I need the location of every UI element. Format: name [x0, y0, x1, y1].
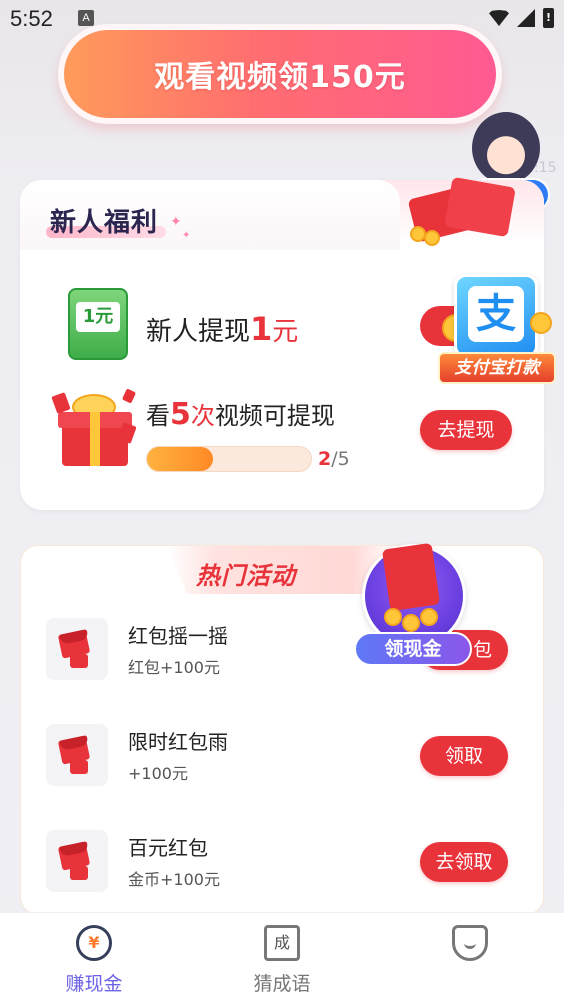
video-progress-bar	[146, 446, 312, 472]
system-icons: !	[489, 8, 554, 28]
hot-activities-title: 热门活动	[196, 562, 296, 590]
customer-service-badge-text: :15	[534, 160, 557, 176]
red-packet-icon	[46, 724, 108, 786]
activity-button[interactable]: 去领取	[420, 842, 508, 882]
idiom-book-icon: 成	[264, 925, 300, 961]
video-suffix: 视频可提现	[214, 402, 335, 430]
activity-subtitle: 金币+100元	[128, 870, 220, 889]
welfare-title: 新人福利	[50, 208, 159, 238]
video-unit: 次	[190, 402, 215, 430]
video-prefix: 看	[146, 402, 170, 430]
watch-videos-to-withdraw-label: 看5次视频可提现	[146, 396, 335, 432]
bottom-navigation: ¥ 赚现金 成 猜成语	[0, 912, 564, 1004]
tab-label: 猜成语	[253, 973, 311, 995]
activity-subtitle: +100元	[128, 764, 188, 783]
gift-box-icon	[51, 384, 144, 474]
withdraw-prefix: 新人提现	[146, 317, 251, 347]
watch-video-banner[interactable]: 观看视频领150元	[58, 24, 502, 124]
status-time: 5:52	[10, 6, 53, 31]
video-progress-total: /5	[331, 448, 350, 470]
yuan-coin-icon: ¥	[76, 925, 112, 961]
customer-service-avatar-icon	[472, 112, 540, 184]
video-progress-fill	[147, 447, 213, 471]
activity-subtitle: 红包+100元	[128, 658, 220, 677]
tab-guess-idiom[interactable]: 成 猜成语	[188, 913, 376, 1004]
wifi-icon	[489, 10, 509, 26]
notification-icon: A	[78, 10, 94, 26]
activity-title: 红包摇一摇	[128, 624, 228, 648]
withdraw-unit: 元	[272, 317, 299, 347]
tab-me[interactable]	[376, 913, 564, 1004]
alipay-payout-label: 支付宝打款	[438, 352, 556, 384]
red-packet-icon	[46, 830, 108, 892]
red-packet-icon	[46, 618, 108, 680]
video-progress-text: 2/5	[318, 448, 350, 470]
alipay-payout-badge: 支 支付宝打款	[438, 274, 556, 384]
red-packet-decoration	[407, 176, 518, 246]
activity-button[interactable]: 领取	[420, 736, 508, 776]
withdraw-amount: 1	[250, 310, 273, 348]
profile-icon	[452, 925, 488, 961]
get-cash-badge[interactable]: 领现金	[354, 632, 472, 666]
signal-icon	[517, 9, 535, 27]
sparkle-icon: ✦	[182, 230, 191, 241]
activity-title: 限时红包雨	[128, 730, 228, 754]
sparkle-icon: ✦	[170, 214, 182, 230]
go-withdraw-button[interactable]: 去提现	[420, 410, 512, 450]
battery-icon: !	[543, 8, 554, 28]
one-yuan-cash-text: 1元	[76, 302, 120, 332]
video-count: 5	[170, 397, 191, 432]
alipay-glyph: 支	[468, 286, 524, 342]
video-progress-current: 2	[318, 448, 332, 470]
tab-label: 赚现金	[65, 973, 123, 995]
new-user-withdraw-label: 新人提现1元	[146, 310, 298, 348]
one-yuan-cash-icon: 1元	[68, 288, 128, 360]
tab-earn-cash[interactable]: ¥ 赚现金	[0, 913, 188, 1004]
watch-video-banner-label: 观看视频领150元	[64, 30, 496, 118]
coin-icon	[530, 312, 552, 334]
activity-title: 百元红包	[128, 836, 208, 860]
